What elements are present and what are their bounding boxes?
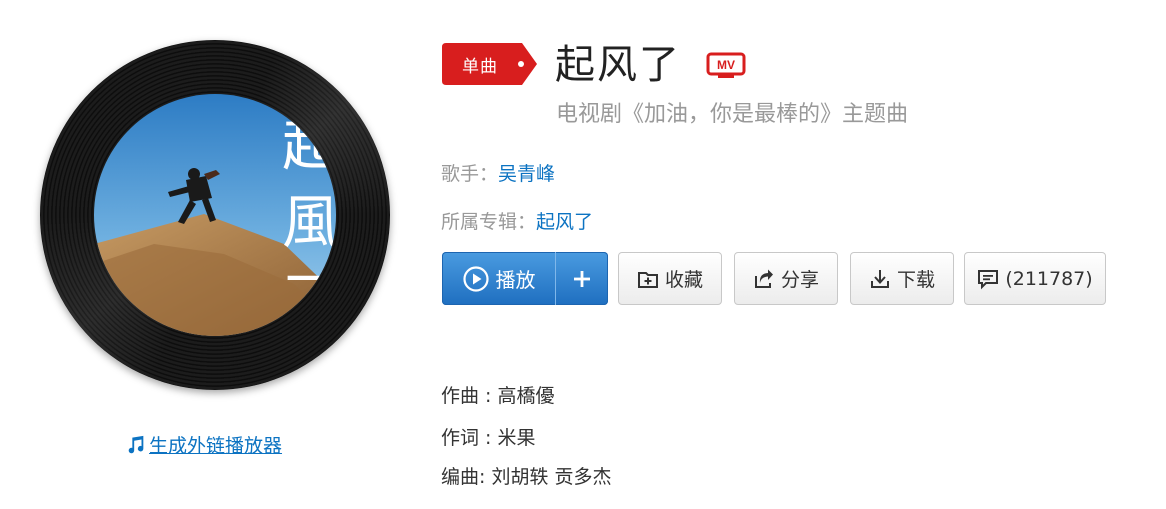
album-label: 所属专辑： <box>441 211 537 233</box>
comment-button[interactable]: (211787) <box>964 252 1106 305</box>
collect-label: 收藏 <box>664 269 703 291</box>
mv-icon[interactable]: MV <box>706 52 746 80</box>
arranger-credit: 编曲: 刘胡轶 贡多杰 <box>441 466 612 488</box>
album-cover: 起 風 了 <box>94 94 336 336</box>
singer-label: 歌手： <box>441 163 499 185</box>
generate-player-link[interactable]: 生成外链播放器 <box>125 431 282 458</box>
composer-credit: 作曲 : 高橋優 <box>441 385 555 407</box>
share-button[interactable]: 分享 <box>734 252 838 305</box>
plus-icon <box>574 270 590 287</box>
play-circle-icon <box>462 265 489 292</box>
song-subtitle: 电视剧《加油，你是最棒的》主题曲 <box>556 102 909 127</box>
album-cover-art: 起 風 了 <box>94 94 336 336</box>
comment-count: (211787) <box>1005 267 1093 290</box>
singer-link[interactable]: 吴青峰 <box>498 163 555 185</box>
download-icon <box>870 269 889 288</box>
album-line: 所属专辑：起风了 <box>441 207 593 234</box>
dot-arrow-icon <box>518 61 524 67</box>
song-title: 起风了 <box>555 42 681 88</box>
comment-icon <box>978 269 999 289</box>
cover-char-2: 風 <box>282 188 336 256</box>
music-note-icon <box>128 435 144 453</box>
folder-add-icon <box>637 271 658 288</box>
play-button-group: 播放 <box>442 252 608 305</box>
player-link-label: 生成外链播放器 <box>149 435 283 457</box>
download-button[interactable]: 下载 <box>850 252 954 305</box>
type-badge-label: 单曲 <box>462 57 498 77</box>
share-label: 分享 <box>780 269 819 291</box>
album-link[interactable]: 起风了 <box>536 211 593 233</box>
singer-line: 歌手：吴青峰 <box>441 159 555 186</box>
add-to-playlist-button[interactable] <box>556 252 608 305</box>
share-icon <box>754 269 773 288</box>
vinyl-record: 起 風 了 <box>40 40 390 390</box>
lyricist-credit: 作词 : 米果 <box>441 427 536 449</box>
collect-button[interactable]: 收藏 <box>618 252 722 305</box>
download-label: 下载 <box>896 269 935 291</box>
play-button[interactable]: 播放 <box>442 252 555 305</box>
mv-label: MV <box>717 58 735 72</box>
play-label: 播放 <box>495 268 536 292</box>
